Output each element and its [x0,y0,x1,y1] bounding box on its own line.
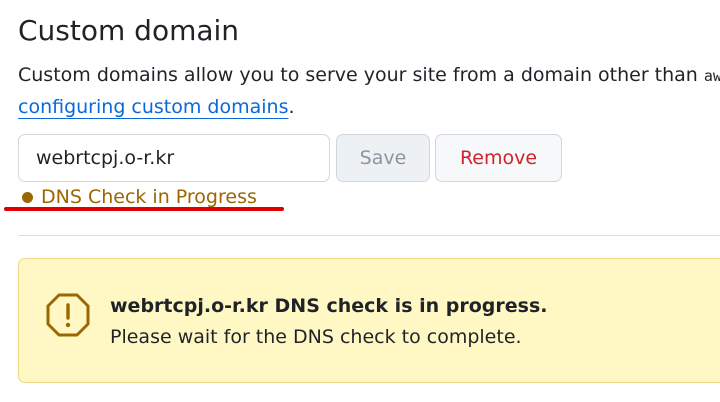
flash-title: webrtcpj.o-r.kr DNS check is in progress… [110,295,548,317]
dns-status-text: DNS Check in Progress [41,186,257,208]
dns-check-flash: webrtcpj.o-r.kr DNS check is in progress… [18,258,720,383]
remove-button[interactable]: Remove [435,134,562,182]
section-title: Custom domain [18,14,240,47]
section-divider [18,235,720,236]
save-button[interactable]: Save [336,134,430,182]
flash-body: Please wait for the DNS check to complet… [110,326,522,348]
alert-octagon-icon [46,293,90,337]
description-text: Custom domains allow you to serve your s… [18,64,704,86]
description-suffix: . [288,96,295,118]
description-code: awsc [703,67,720,85]
dns-status: DNS Check in Progress [22,186,257,208]
custom-domain-input[interactable] [18,134,330,182]
annotation-underline [4,207,284,211]
configuring-custom-domains-link[interactable]: configuring custom domains [18,96,288,118]
section-description: Custom domains allow you to serve your s… [18,60,720,123]
status-dot-icon [22,191,33,203]
custom-domain-settings: Custom domain Custom domains allow you t… [0,0,720,402]
